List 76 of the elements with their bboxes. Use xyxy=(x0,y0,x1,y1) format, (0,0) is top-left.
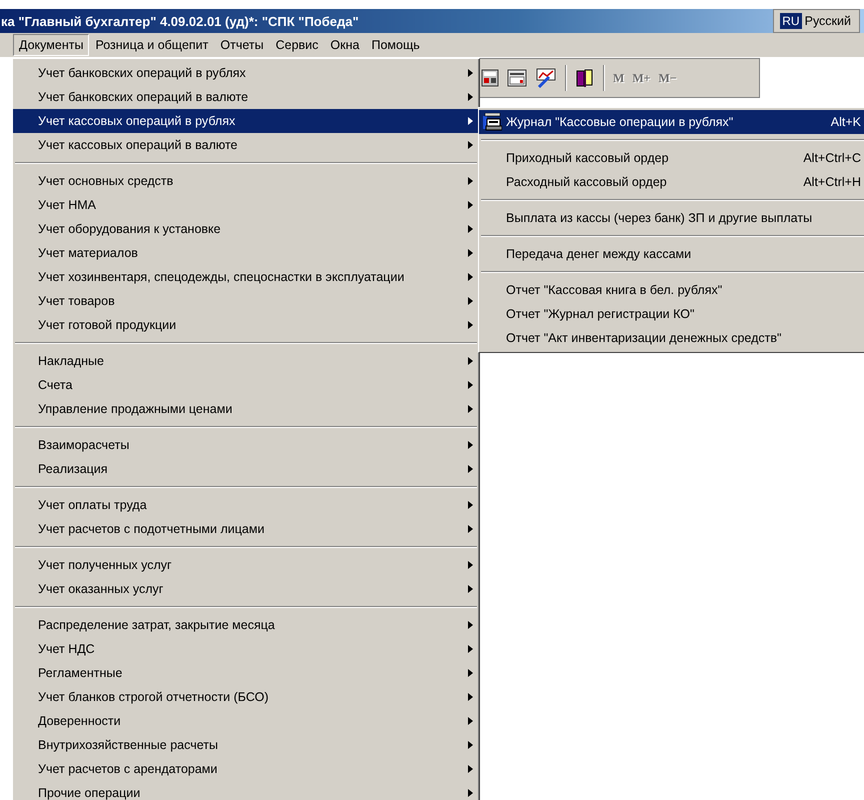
menu-item[interactable]: Выплата из кассы (через банк) ЗП и другие выплаты xyxy=(479,206,864,230)
menu-item[interactable]: Учет банковских операций в валюте xyxy=(13,85,479,109)
menu-item[interactable]: Учет оборудования к установке xyxy=(13,217,479,241)
submenu-arrow-icon xyxy=(468,357,473,365)
menu-bar-item[interactable]: Окна xyxy=(324,34,366,56)
menu-item[interactable]: Учет товаров xyxy=(13,289,479,313)
menu-item[interactable]: Учет оплаты труда xyxy=(13,493,479,517)
menu-item[interactable]: Учет банковских операций в рублях xyxy=(13,61,479,85)
submenu-arrow-icon xyxy=(468,441,473,449)
submenu-arrow-icon xyxy=(468,765,473,773)
title-bar: ка "Главный бухгалтер" 4.09.02.01 (уд)*: "СПК "Победа" RU Русский xyxy=(0,9,864,33)
submenu-arrow-icon xyxy=(468,93,473,101)
submenu-arrow-icon xyxy=(468,141,473,149)
submenu-arrow-icon xyxy=(468,525,473,533)
menu-item[interactable]: Учет НДС xyxy=(13,637,479,661)
submenu-arrow-icon xyxy=(468,405,473,413)
menu-item[interactable]: Регламентные xyxy=(13,661,479,685)
language-bar[interactable]: RU Русский xyxy=(773,9,860,33)
submenu-arrow-icon xyxy=(468,621,473,629)
book-icon[interactable] xyxy=(575,68,595,88)
submenu-arrow-icon xyxy=(468,297,473,305)
submenu-arrow-icon xyxy=(468,321,473,329)
menu-item[interactable]: Учет кассовых операций в рублях xyxy=(13,109,479,133)
submenu-arrow-icon xyxy=(468,273,473,281)
menu-item[interactable]: Учет материалов xyxy=(13,241,479,265)
submenu-arrow-icon xyxy=(468,225,473,233)
submenu-arrow-icon xyxy=(468,177,473,185)
submenu-arrow-icon xyxy=(468,717,473,725)
submenu-arrow-icon xyxy=(468,69,473,77)
menu-item[interactable]: Учет расчетов с подотчетными лицами xyxy=(13,517,479,541)
menu-item[interactable]: Учет основных средств xyxy=(13,169,479,193)
submenu-arrow-icon xyxy=(468,201,473,209)
submenu-arrow-icon xyxy=(468,117,473,125)
menu-item[interactable]: Приходный кассовый ордер Alt+Ctrl+C xyxy=(479,146,864,170)
menu-item[interactable]: Внутрихозяйственные расчеты xyxy=(13,733,479,757)
submenu-arrow-icon xyxy=(468,561,473,569)
menu-item[interactable]: Передача денег между кассами xyxy=(479,242,864,266)
menu-bar-item[interactable]: Розница и общепит xyxy=(89,34,214,56)
submenu-arrow-icon xyxy=(468,465,473,473)
menu-bar-item[interactable]: Отчеты xyxy=(214,34,270,56)
menu-item[interactable]: Учет кассовых операций в валюте xyxy=(13,133,479,157)
menu-item[interactable]: Прочие операции xyxy=(13,781,479,800)
submenu-arrow-icon xyxy=(468,669,473,677)
menu-bar-item[interactable]: Помощь xyxy=(365,34,426,56)
menu-item[interactable]: Учет оказанных услуг xyxy=(13,577,479,601)
menu-bar-item[interactable]: Документы xyxy=(13,34,90,56)
calculator-icon[interactable] xyxy=(481,69,499,87)
menu-item[interactable]: Отчет "Кассовая книга в бел. рублях" xyxy=(479,278,864,302)
calendar-icon[interactable] xyxy=(507,69,527,87)
submenu-arrow-icon xyxy=(468,249,473,257)
menu-item[interactable]: Взаиморасчеты xyxy=(13,433,479,457)
menu-item[interactable]: Учет НМА xyxy=(13,193,479,217)
menu-item[interactable]: Отчет "Акт инвентаризации денежных средств" xyxy=(479,326,864,350)
menu-item[interactable]: Учет бланков строгой отчетности (БСО) xyxy=(13,685,479,709)
menu-item[interactable]: Учет полученных услуг xyxy=(13,553,479,577)
menu-item[interactable]: Счета xyxy=(13,373,479,397)
menu-bar-item[interactable]: Сервис xyxy=(270,34,324,56)
submenu-arrow-icon xyxy=(468,741,473,749)
submenu-arrow-icon xyxy=(468,645,473,653)
menu-item[interactable]: Учет хозинвентаря, спецодежды, спецоснастки в эксплуатации xyxy=(13,265,479,289)
menu-item[interactable]: Распределение затрат, закрытие месяца xyxy=(13,613,479,637)
submenu-arrow-icon xyxy=(468,501,473,509)
submenu-arrow-icon xyxy=(468,585,473,593)
menu-item[interactable]: Учет готовой продукции xyxy=(13,313,479,337)
menu-item[interactable]: Реализация xyxy=(13,457,479,481)
chart-pen-icon[interactable] xyxy=(535,68,557,88)
menu-item[interactable]: Доверенности xyxy=(13,709,479,733)
submenu-arrow-icon xyxy=(468,693,473,701)
menu-item[interactable]: Накладные xyxy=(13,349,479,373)
submenu-arrow-icon xyxy=(468,381,473,389)
menu-item[interactable]: Отчет "Журнал регистрации КО" xyxy=(479,302,864,326)
menu-item[interactable]: Управление продажными ценами xyxy=(13,397,479,421)
menu-item[interactable]: Журнал "Кассовые операции в рублях" Alt+K xyxy=(479,110,864,134)
submenu-arrow-icon xyxy=(468,789,473,797)
menu-item[interactable]: Расходный кассовый ордер Alt+Ctrl+H xyxy=(479,170,864,194)
menu-item[interactable]: Учет расчетов с арендаторами xyxy=(13,757,479,781)
